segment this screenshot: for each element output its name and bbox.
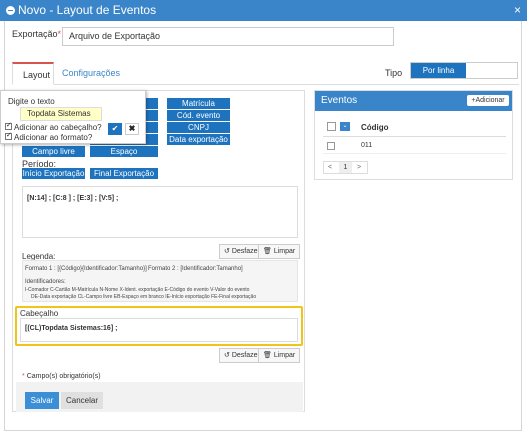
legenda-formato2: Formato 2 : [Identificador:Tamanho] [148, 266, 243, 272]
row-codigo: 011 [361, 142, 373, 149]
trash-icon: 🗑 [263, 352, 272, 359]
legenda-box: Formato 1 : [{Código}{Identificador:Tama… [22, 260, 298, 302]
pagination-next[interactable]: > [357, 164, 361, 171]
opt-formato[interactable]: Adicionar ao formato? [5, 131, 93, 142]
adicionar-button[interactable]: +Adicionar [467, 95, 509, 106]
limpar-label: Limpar [273, 352, 296, 359]
legenda-line2: DE-Data exportação CL-Campo livre EB-Esp… [31, 294, 257, 300]
inicio-exportacao-button[interactable]: Início Exportação [22, 168, 85, 179]
format-textarea[interactable]: [N:14] ; [C:8 ] ; [E:3] ; [V:5] ; [22, 186, 298, 238]
tab-configuracoes[interactable]: Configurações [62, 68, 120, 78]
format-text: [N:14] ; [C:8 ] ; [E:3] ; [V:5] ; [27, 195, 119, 202]
opt-cabecalho[interactable]: Adicionar ao cabeçalho? [5, 121, 102, 132]
cancel-popup-button[interactable]: ✖ [125, 123, 139, 135]
tabs-divider [12, 84, 519, 85]
close-icon[interactable]: × [514, 0, 521, 21]
tab-layout-label: Layout [23, 70, 51, 80]
popup-text-input[interactable]: Topdata Sistemas [20, 107, 102, 121]
select-all-checkbox[interactable] [327, 122, 336, 131]
undo-icon: ↺ [224, 352, 230, 359]
limpar-label: Limpar [273, 248, 296, 255]
exportacao-label: Exportação* [12, 29, 62, 39]
pagination-prev[interactable]: < [328, 164, 332, 171]
trash-icon: 🗑 [263, 248, 272, 255]
legenda-line1: I-Comador C-Cartão M-Matrícula N-Nome X-… [25, 287, 250, 293]
row-checkbox[interactable] [327, 142, 335, 150]
cabecalho-textarea[interactable]: [(CL)Topdata Sistemas:16] ; [20, 318, 298, 342]
required-note: * Campo(s) obrigatório(s) [22, 373, 101, 380]
eventos-header: Eventos +Adicionar [315, 91, 512, 111]
limpar-button[interactable]: 🗑 Limpar [258, 244, 301, 259]
eventos-table-header: ⌄ Código [323, 118, 506, 137]
field-button-data-exportacao[interactable]: Data exportação [167, 134, 230, 145]
window-title: Novo - Layout de Eventos [18, 3, 157, 17]
cabecalho-text: [(CL)Topdata Sistemas:16] ; [25, 325, 118, 332]
opt-formato-label: Adicionar ao formato? [14, 133, 93, 142]
minus-circle-icon [6, 6, 15, 15]
window-title-bar: Novo - Layout de Eventos × [0, 0, 527, 21]
confirm-button[interactable]: ✔ [108, 123, 122, 135]
tab-layout[interactable]: Layout [12, 62, 54, 85]
check-icon: ✔ [111, 124, 119, 133]
pagination-page[interactable]: 1 [339, 162, 352, 173]
salvar-button[interactable]: Salvar [25, 392, 59, 409]
field-button-espaco[interactable]: Espaço [90, 146, 158, 157]
field-button-cod-evento[interactable]: Cód. evento [167, 110, 230, 121]
cancelar-button[interactable]: Cancelar [61, 392, 103, 409]
exportacao-field[interactable]: Arquivo de Exportação [62, 27, 394, 46]
legenda-identificadores: Identificadores: [25, 279, 66, 285]
field-button-cnpj[interactable]: CNPJ [167, 122, 230, 133]
col-codigo: Código [361, 123, 389, 132]
cabecalho-limpar-button[interactable]: 🗑 Limpar [258, 348, 301, 363]
tipo-toggle: Por linha [410, 62, 518, 79]
opt-cabecalho-label: Adicionar ao cabeçalho? [14, 123, 102, 132]
pagination: < 1 > [323, 161, 368, 174]
footer-bar [16, 382, 303, 412]
tipo-label: Tipo [385, 68, 403, 78]
table-row[interactable]: 011 [323, 138, 506, 154]
undo-icon: ↺ [224, 248, 230, 255]
popup-title: Digite o texto [8, 97, 55, 106]
field-button-campo-livre[interactable]: Campo livre [22, 146, 85, 157]
adicionar-label: Adicionar [475, 97, 505, 104]
formato-checkbox[interactable] [5, 131, 12, 141]
tipo-other-button[interactable] [466, 63, 517, 78]
text-popup: Digite o texto Topdata Sistemas Adiciona… [0, 90, 146, 144]
tipo-por-linha-button[interactable]: Por linha [411, 63, 466, 78]
x-icon: ✖ [128, 124, 136, 133]
eventos-title: Eventos [321, 95, 358, 106]
final-exportacao-button[interactable]: Final Exportação [90, 168, 158, 179]
field-button-matricula[interactable]: Matrícula [167, 98, 230, 109]
legenda-formato1: Formato 1 : [{Código}{Identificador:Tama… [25, 266, 147, 272]
desfazer-label: Desfazer [231, 248, 260, 255]
desfazer-label: Desfazer [231, 352, 260, 359]
chevron-down-icon[interactable]: ⌄ [340, 122, 350, 131]
cabecalho-checkbox[interactable] [5, 121, 12, 131]
